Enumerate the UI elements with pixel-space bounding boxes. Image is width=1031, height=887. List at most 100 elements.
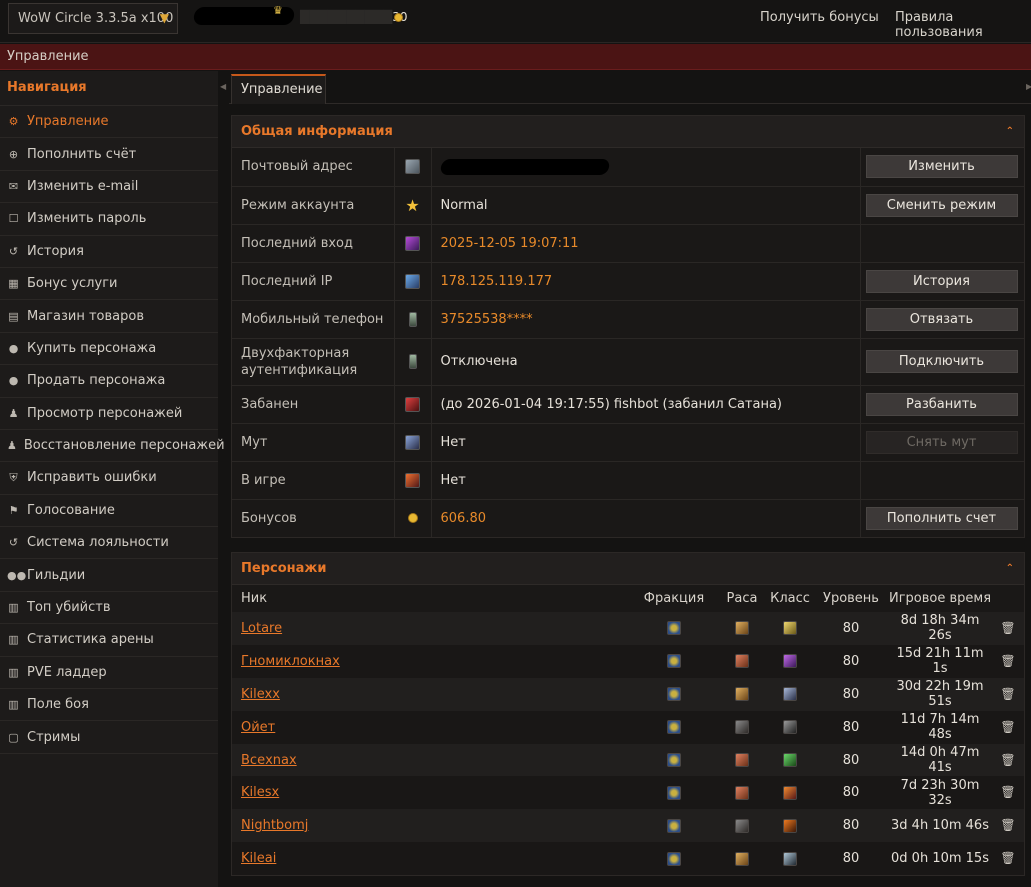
phone-icon — [408, 354, 417, 369]
general-info-title: Общая информация — [241, 124, 393, 139]
character-link[interactable]: Lotare — [241, 621, 282, 636]
sidebar-item-streams[interactable]: ▢ Стримы — [0, 721, 218, 754]
col-nick: Ник — [232, 585, 630, 612]
character-link[interactable]: Ойет — [241, 720, 275, 735]
unban-button[interactable]: Разбанить — [865, 392, 1018, 416]
character-link[interactable]: Nightbomj — [241, 818, 308, 833]
trash-icon[interactable]: 🗑 — [1000, 621, 1015, 635]
login-icon — [405, 235, 420, 251]
sidebar-item-bonus-services[interactable]: ▦ Бонус услуги — [0, 268, 218, 301]
enable-2fa-button[interactable]: Подключить — [865, 350, 1018, 373]
change-mode-button[interactable]: Сменить режим — [865, 193, 1018, 217]
scroll-left-icon[interactable]: ◀ — [220, 82, 226, 91]
trash-icon[interactable]: 🗑 — [1000, 753, 1015, 767]
unlink-phone-button[interactable]: Отвязать — [865, 307, 1018, 331]
last-login-value: 2025-12-05 19:07:11 — [431, 224, 861, 263]
level-cell: 80 — [814, 842, 888, 876]
realm-select-label: WoW Circle 3.3.5a x100 — [18, 11, 174, 26]
race-icon — [735, 818, 749, 833]
trash-icon[interactable]: 🗑 — [1000, 654, 1015, 668]
sidebar-item-change-email[interactable]: ✉ Изменить e-mail — [0, 171, 218, 204]
unmute-button[interactable]: Снять мут — [865, 430, 1018, 454]
info-row-banned: Забанен (до 2026-01-04 19:17:55) fishbot… — [232, 385, 1024, 424]
lock-icon: ☐ — [8, 212, 19, 226]
character-link[interactable]: Всехnax — [241, 753, 297, 768]
table-row: Nightbomj 80 3d 4h 10m 46s 🗑 — [232, 809, 1024, 843]
alliance-icon — [667, 818, 681, 833]
scroll-right-icon[interactable]: ▶ — [1026, 82, 1031, 91]
ban-icon — [405, 396, 420, 412]
general-info-header[interactable]: Общая информация ⌃ — [232, 116, 1024, 148]
collapse-icon[interactable]: ⌃ — [1006, 116, 1014, 147]
in-game-icon — [405, 472, 420, 488]
character-link[interactable]: Kileai — [241, 851, 276, 866]
sidebar-item-top-up[interactable]: ⊕ Пополнить счёт — [0, 138, 218, 171]
info-row-mute: Мут Нет Снять мут — [232, 423, 1024, 462]
flag-icon: ⚑ — [8, 503, 19, 517]
playtime-cell: 11d 7h 14m 48s — [888, 710, 992, 744]
character-link[interactable]: Kilexx — [241, 687, 280, 702]
sidebar-item-fix-errors[interactable]: ⛨ Исправить ошибки — [0, 462, 218, 495]
trash-icon[interactable]: 🗑 — [1000, 818, 1015, 832]
info-row-last-ip: Последний IP 178.125.119.177 История — [232, 262, 1024, 301]
get-bonuses-link[interactable]: Получить бонусы — [760, 10, 879, 25]
sidebar-item-history[interactable]: ↺ История — [0, 236, 218, 268]
email-value — [431, 148, 861, 187]
sidebar-item-view-characters[interactable]: ♟ Просмотр персонажей — [0, 398, 218, 430]
user-icon: ● — [8, 374, 19, 388]
level-cell: 80 — [814, 743, 888, 777]
in-game-value: Нет — [431, 461, 861, 500]
tab-manage[interactable]: Управление — [231, 74, 326, 104]
sidebar-item-loyalty[interactable]: ↺ Система лояльности — [0, 527, 218, 560]
general-info-table: Почтовый адрес Изменить Режим аккаунта ★… — [232, 148, 1024, 537]
info-row-in-game: В игре Нет — [232, 461, 1024, 500]
top-up-button[interactable]: Пополнить счет — [865, 506, 1018, 530]
trash-icon[interactable]: 🗑 — [1000, 785, 1015, 799]
sidebar-item-pve-ladder[interactable]: ▥ PVE ладдер — [0, 657, 218, 690]
class-icon — [783, 818, 797, 833]
change-email-button[interactable]: Изменить — [865, 155, 1018, 179]
history-icon: ↺ — [8, 244, 19, 258]
alliance-icon — [667, 851, 681, 866]
plus-circle-icon: ⊕ — [8, 147, 19, 161]
sidebar-item-top-kills[interactable]: ▥ Топ убийств — [0, 592, 218, 625]
rules-link[interactable]: Правила пользования — [895, 10, 1031, 40]
collapse-icon[interactable]: ⌃ — [1006, 553, 1014, 584]
character-link[interactable]: Kilesx — [241, 785, 279, 800]
trash-icon[interactable]: 🗑 — [1000, 687, 1015, 701]
sidebar-item-voting[interactable]: ⚑ Голосование — [0, 495, 218, 528]
envelope-icon: ✉ — [8, 179, 19, 193]
race-icon — [735, 785, 749, 800]
sidebar-item-restore-characters[interactable]: ♟ Восстановление персонажей — [0, 430, 225, 463]
sidebar-item-arena-stats[interactable]: ▥ Статистика арены — [0, 624, 218, 657]
chart-icon: ▥ — [8, 698, 19, 712]
playtime-cell: 7d 23h 30m 32s — [888, 776, 992, 810]
shield-icon: ⛨ — [9, 470, 18, 484]
phone-icon — [408, 311, 417, 327]
playtime-cell: 0d 0h 10m 15s — [888, 842, 992, 876]
sidebar-item-battleground[interactable]: ▥ Поле боя — [0, 689, 218, 722]
character-link[interactable]: Гномиклокнах — [241, 654, 340, 669]
trash-icon[interactable]: 🗑 — [1000, 851, 1015, 865]
sidebar-item-guilds[interactable]: ●● Гильдии — [0, 559, 218, 592]
table-row: Всехnax 80 14d 0h 47m 41s 🗑 — [232, 743, 1024, 777]
trash-icon[interactable]: 🗑 — [1000, 720, 1015, 734]
sidebar-item-manage[interactable]: ⚙ Управление — [0, 106, 218, 139]
characters-header[interactable]: Персонажи ⌃ — [232, 553, 1024, 585]
sidebar-item-change-password[interactable]: ☐ Изменить пароль — [0, 203, 218, 236]
race-icon — [735, 753, 749, 767]
playtime-cell: 15d 21h 11m 1s — [888, 644, 992, 678]
crown-icon: ♛ — [273, 4, 283, 17]
sidebar-item-sell-character[interactable]: ● Продать персонажа — [0, 365, 218, 398]
col-class: Класс — [766, 585, 814, 612]
chart-icon: ▥ — [8, 601, 19, 615]
col-level: Уровень — [814, 585, 888, 612]
info-row-last-login: Последний вход 2025-12-05 19:07:11 — [232, 224, 1024, 263]
sidebar-item-buy-character[interactable]: ● Купить персонажа — [0, 333, 218, 366]
sidebar-item-shop[interactable]: ▤ Магазин товаров — [0, 300, 218, 333]
gift-icon: ▦ — [8, 277, 19, 291]
star-icon: ★ — [405, 195, 420, 215]
class-icon — [783, 785, 797, 800]
realm-select[interactable]: WoW Circle 3.3.5a x100 ▼ — [8, 3, 178, 34]
ip-history-button[interactable]: История — [865, 269, 1018, 293]
